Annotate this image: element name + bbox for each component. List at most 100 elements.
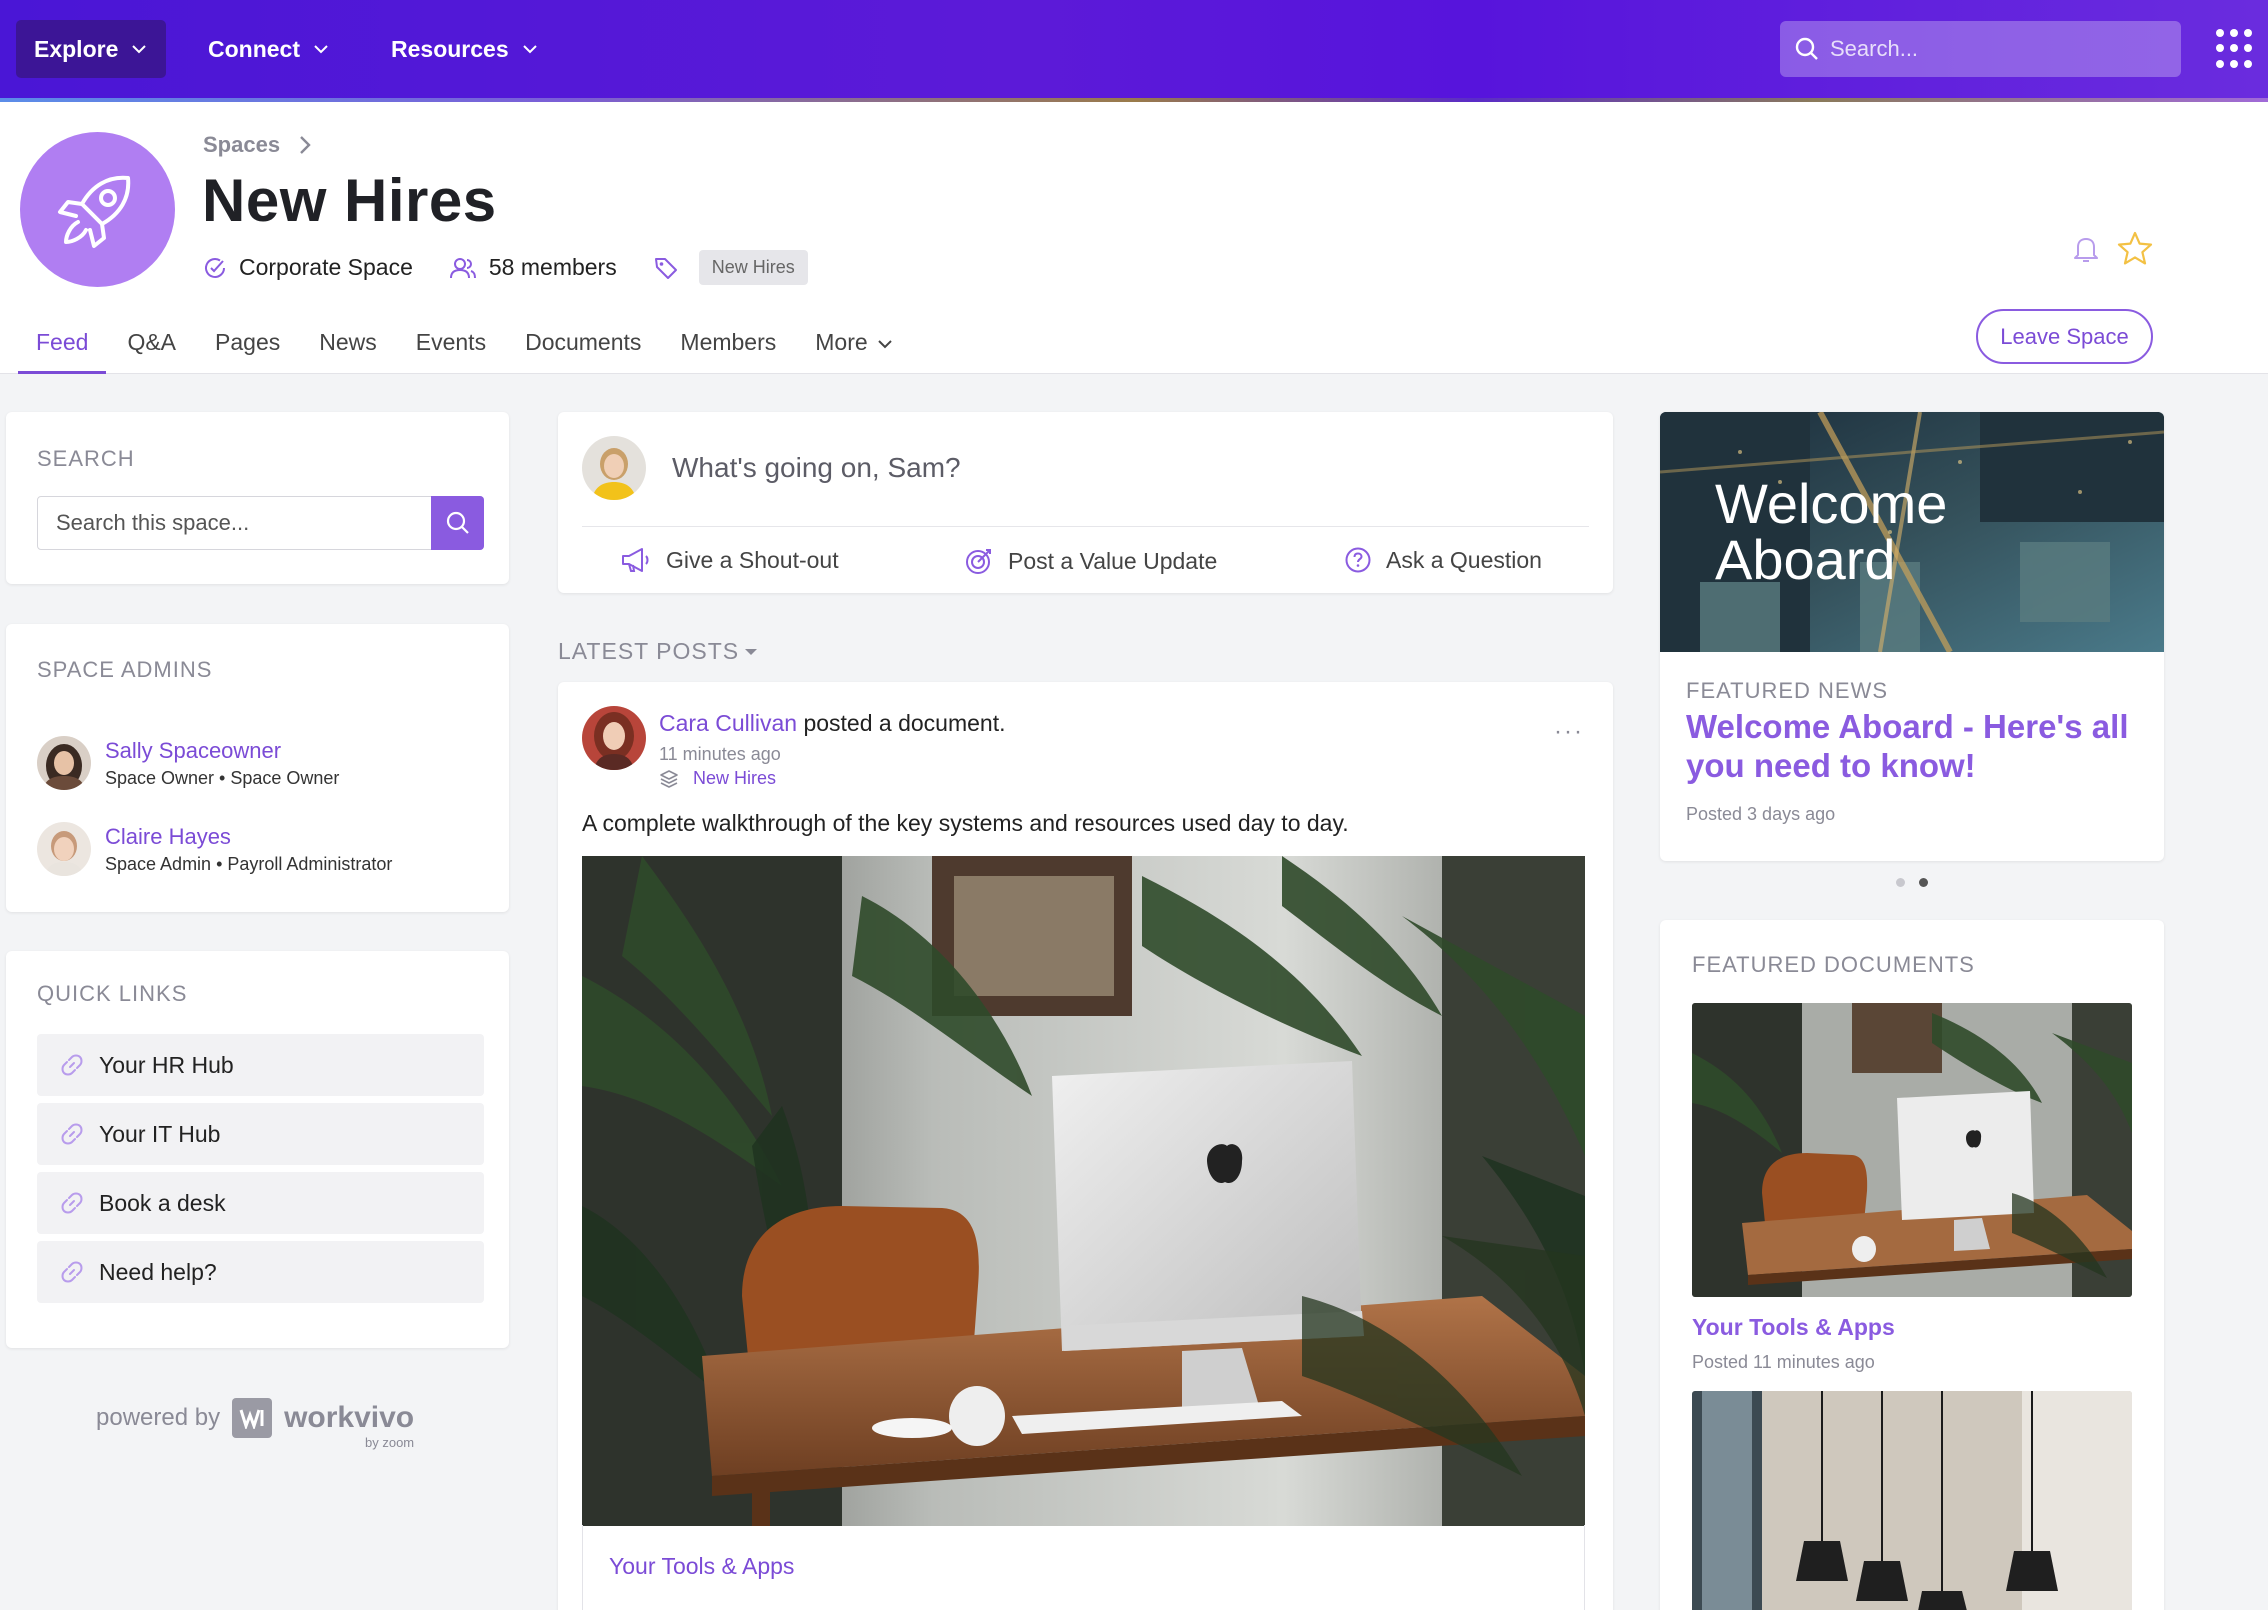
featured-documents-title: FEATURED DOCUMENTS bbox=[1692, 952, 1975, 977]
avatar[interactable] bbox=[37, 736, 91, 790]
tab-qa[interactable]: Q&A bbox=[109, 329, 194, 374]
leave-space-button[interactable]: Leave Space bbox=[1976, 309, 2153, 364]
bell-icon[interactable] bbox=[2072, 234, 2100, 264]
space-search-input[interactable] bbox=[38, 497, 431, 549]
quick-link-book-desk[interactable]: Book a desk bbox=[37, 1172, 484, 1234]
space-meta: Corporate Space 58 members New Hires bbox=[203, 250, 844, 285]
quick-link-need-help[interactable]: Need help? bbox=[37, 1241, 484, 1303]
tag-chip[interactable]: New Hires bbox=[698, 250, 808, 285]
admin-name[interactable]: Claire Hayes bbox=[105, 824, 392, 850]
quick-link-it-hub[interactable]: Your IT Hub bbox=[37, 1103, 484, 1165]
nav-resources-label: Resources bbox=[391, 35, 509, 62]
carousel-dots[interactable] bbox=[1896, 878, 1928, 887]
link-icon bbox=[61, 1192, 83, 1214]
space-search-button[interactable] bbox=[431, 496, 484, 550]
quick-link-hr-hub[interactable]: Your HR Hub bbox=[37, 1034, 484, 1096]
tag-icon bbox=[654, 257, 677, 279]
search-card-title: SEARCH bbox=[37, 446, 135, 471]
quick-link-label: Your IT Hub bbox=[99, 1120, 221, 1147]
nav-connect[interactable]: Connect bbox=[190, 20, 348, 78]
workvivo-wordmark: workvivo by zoom bbox=[284, 1401, 415, 1450]
chevron-down-icon bbox=[877, 340, 892, 349]
attachment-title[interactable]: Your Tools & Apps bbox=[609, 1553, 794, 1580]
featured-document-thumbnail[interactable] bbox=[1692, 1391, 2132, 1610]
chevron-down-icon bbox=[314, 45, 328, 54]
link-icon bbox=[61, 1054, 83, 1076]
latest-posts-sort[interactable]: LATEST POSTS bbox=[558, 638, 758, 665]
ask-question-button[interactable]: Ask a Question bbox=[1344, 546, 1542, 574]
tab-members[interactable]: Members bbox=[662, 329, 794, 374]
admin-role: Space Admin • Payroll Administrator bbox=[105, 853, 393, 874]
avatar bbox=[582, 436, 646, 500]
space-type-label: Corporate Space bbox=[239, 254, 413, 280]
give-shoutout-button[interactable]: Give a Shout-out bbox=[620, 546, 839, 574]
ask-question-label: Ask a Question bbox=[1386, 546, 1542, 573]
space-tags: New Hires bbox=[653, 250, 808, 285]
carousel-dot-active[interactable] bbox=[1919, 878, 1928, 887]
admin-name[interactable]: Sally Spaceowner bbox=[105, 738, 339, 764]
tab-pages[interactable]: Pages bbox=[197, 329, 298, 374]
carousel-dot[interactable] bbox=[1896, 878, 1905, 887]
post-time: 11 minutes ago bbox=[659, 744, 781, 764]
nav-resources[interactable]: Resources bbox=[373, 20, 557, 78]
space-search[interactable] bbox=[37, 496, 484, 550]
post-value-update-button[interactable]: Post a Value Update bbox=[964, 546, 1217, 576]
question-circle-icon bbox=[1345, 547, 1371, 573]
breadcrumb-spaces[interactable]: Spaces bbox=[203, 132, 280, 158]
admin-item[interactable]: Claire Hayes Space Admin • Payroll Admin… bbox=[37, 822, 392, 876]
composer-prompt[interactable]: What's going on, Sam? bbox=[672, 452, 961, 484]
admins-card-title: SPACE ADMINS bbox=[37, 657, 213, 682]
powered-by-label: powered by bbox=[96, 1404, 221, 1431]
space-avatar bbox=[20, 132, 175, 287]
brand-name: workvivo bbox=[284, 1401, 415, 1434]
more-options-icon[interactable]: ··· bbox=[1554, 718, 1584, 746]
post-attachment[interactable]: Your Tools & Apps bbox=[582, 1525, 1585, 1610]
app-launcher-icon[interactable] bbox=[2216, 29, 2256, 69]
featured-news-image[interactable]: Welcome Aboard bbox=[1660, 412, 2164, 652]
link-icon bbox=[61, 1123, 83, 1145]
star-icon[interactable] bbox=[2116, 230, 2154, 268]
divider bbox=[582, 526, 1589, 527]
search-icon bbox=[446, 511, 469, 534]
quick-links-title: QUICK LINKS bbox=[37, 981, 188, 1006]
megaphone-icon bbox=[622, 548, 649, 572]
space-type: Corporate Space bbox=[203, 254, 413, 281]
avatar[interactable] bbox=[582, 706, 646, 770]
post-author[interactable]: Cara Cullivan bbox=[659, 710, 797, 736]
featured-news-card[interactable]: Welcome Aboard FEATURED NEWS Welcome Abo… bbox=[1660, 412, 2164, 861]
layers-icon bbox=[660, 769, 678, 788]
global-search[interactable] bbox=[1780, 21, 2181, 77]
members-count[interactable]: 58 members bbox=[449, 254, 617, 281]
featured-documents-card: FEATURED DOCUMENTS Your Tools & Apps Pos… bbox=[1660, 920, 2164, 1610]
breadcrumb[interactable]: Spaces bbox=[203, 132, 312, 158]
post-image[interactable] bbox=[582, 856, 1585, 1526]
featured-document-thumbnail[interactable] bbox=[1692, 1003, 2132, 1297]
tab-news[interactable]: News bbox=[301, 329, 395, 374]
global-search-input[interactable] bbox=[1830, 36, 2160, 62]
space-search-card: SEARCH bbox=[6, 412, 509, 584]
tab-documents[interactable]: Documents bbox=[507, 329, 659, 374]
nav-explore-label: Explore bbox=[34, 35, 119, 62]
tab-more[interactable]: More bbox=[797, 329, 911, 374]
top-nav-bar: Explore Connect Resources bbox=[0, 0, 2268, 100]
post-body: A complete walkthrough of the key system… bbox=[582, 810, 1349, 836]
post-space[interactable]: New Hires bbox=[659, 768, 776, 789]
tab-feed[interactable]: Feed bbox=[18, 329, 107, 374]
admin-item[interactable]: Sally Spaceowner Space Owner • Space Own… bbox=[37, 736, 339, 790]
target-icon bbox=[966, 549, 991, 574]
members-count-label: 58 members bbox=[488, 254, 617, 280]
link-icon bbox=[61, 1261, 83, 1283]
chevron-down-icon bbox=[522, 45, 537, 54]
nav-explore[interactable]: Explore bbox=[16, 20, 167, 78]
image-text-line-1: Welcome bbox=[1715, 472, 1948, 535]
avatar[interactable] bbox=[37, 822, 91, 876]
quick-links-card: QUICK LINKS Your HR Hub Your IT Hub Book… bbox=[6, 951, 509, 1348]
featured-document-title[interactable]: Your Tools & Apps bbox=[1692, 1314, 1895, 1341]
featured-news-headline[interactable]: Welcome Aboard - Here's all you need to … bbox=[1686, 708, 2136, 785]
chevron-down-icon bbox=[132, 45, 147, 54]
tab-events[interactable]: Events bbox=[398, 329, 504, 374]
space-header: Spaces New Hires Corporate Space 58 memb… bbox=[0, 102, 2268, 374]
workvivo-logo-icon bbox=[232, 1398, 273, 1438]
users-icon bbox=[449, 257, 476, 278]
caret-down-icon bbox=[745, 648, 758, 655]
